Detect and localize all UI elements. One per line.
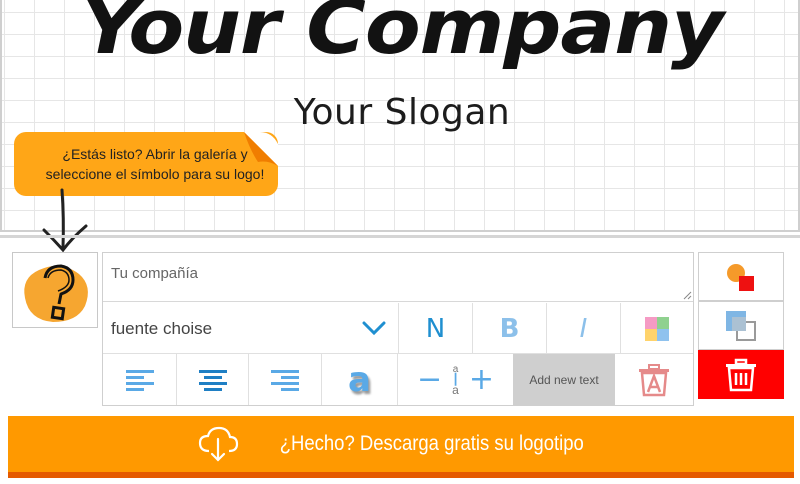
- italic-style-label: I: [579, 313, 588, 344]
- preview-slogan[interactable]: Your Slogan: [2, 92, 800, 133]
- align-left-button[interactable]: [103, 354, 177, 405]
- company-text-input[interactable]: [103, 253, 693, 302]
- size-large-glyph: a: [452, 382, 459, 397]
- normal-style-label: N: [425, 313, 446, 344]
- delete-text-button[interactable]: [615, 354, 693, 405]
- hand-drawn-arrow-icon: [42, 188, 88, 253]
- logo-maker-app: Your Company Your Slogan ¿Estás listo? A…: [0, 0, 800, 484]
- download-logo-button[interactable]: ¿Hecho? Descarga gratis su logotipo: [8, 416, 794, 478]
- text-editor-panel: fuente choise N B I: [102, 252, 694, 406]
- bold-style-label: B: [499, 313, 520, 344]
- alignment-row: a − a ┃ a + Add new text: [103, 354, 693, 405]
- chevron-down-icon: [362, 321, 386, 336]
- resize-grip-icon[interactable]: [683, 291, 692, 300]
- text-color-button[interactable]: [621, 303, 693, 354]
- delete-symbol-button[interactable]: [698, 350, 784, 399]
- align-right-icon: [271, 369, 299, 391]
- question-symbol-icon: [24, 264, 88, 322]
- tooltip-line-1: ¿Estás listo? Abrir la galería y: [62, 146, 248, 162]
- bold-style-button[interactable]: B: [473, 303, 547, 354]
- italic-style-button[interactable]: I: [547, 303, 621, 354]
- text-shadow-button[interactable]: a: [322, 354, 398, 405]
- delete-text-icon: [639, 363, 669, 396]
- section-divider: [0, 235, 800, 238]
- align-center-button[interactable]: [177, 354, 249, 405]
- page-curl-icon: [244, 132, 278, 166]
- trash-icon: [726, 358, 756, 391]
- preview-company-name[interactable]: Your Company: [0, 0, 800, 71]
- gallery-hint-tooltip: ¿Estás listo? Abrir la galería y selecci…: [14, 132, 278, 196]
- text-shadow-icon: a: [348, 359, 371, 400]
- size-small-glyph: a: [452, 363, 459, 375]
- cloud-download-icon: [199, 426, 239, 462]
- tooltip-line-2: seleccione el símbolo para su logo!: [45, 166, 265, 182]
- symbol-color-button[interactable]: [698, 252, 784, 301]
- decrease-size-button[interactable]: −: [417, 362, 442, 397]
- align-center-icon: [198, 369, 227, 391]
- font-style-row: fuente choise N B I: [103, 303, 693, 354]
- shape-color-icon: [727, 263, 754, 291]
- normal-style-button[interactable]: N: [399, 303, 473, 354]
- layer-order-button[interactable]: [698, 301, 784, 350]
- layers-icon: [726, 310, 756, 341]
- font-select[interactable]: fuente choise: [103, 303, 399, 354]
- logo-preview-canvas: Your Company Your Slogan ¿Estás listo? A…: [0, 0, 800, 232]
- download-button-label: ¿Hecho? Descarga gratis su logotipo: [279, 432, 585, 455]
- symbol-tools-column: [698, 252, 784, 400]
- align-right-button[interactable]: [249, 354, 322, 405]
- font-size-control: − a ┃ a +: [398, 354, 513, 405]
- align-left-icon: [125, 369, 154, 391]
- size-indicator-icon: a ┃ a: [452, 363, 459, 397]
- font-select-value: fuente choise: [111, 319, 213, 338]
- increase-size-button[interactable]: +: [469, 362, 494, 397]
- add-new-text-button[interactable]: Add new text: [513, 354, 615, 405]
- color-palette-icon: [645, 316, 669, 341]
- symbol-gallery-button[interactable]: [12, 252, 98, 328]
